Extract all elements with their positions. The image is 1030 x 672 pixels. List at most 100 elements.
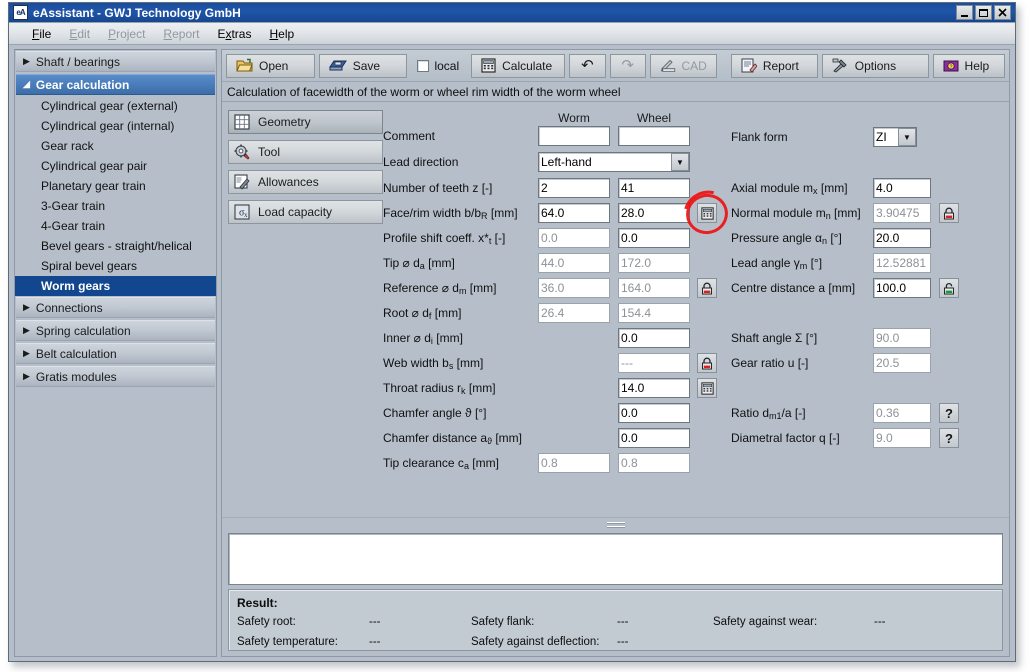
sidebar-item-spiral-bevel-gears[interactable]: Spiral bevel gears — [15, 256, 216, 276]
facewidth-calculator-button[interactable] — [697, 203, 717, 223]
tab-allowances[interactable]: Allowances — [228, 170, 383, 194]
input-comment-worm[interactable] — [538, 126, 610, 146]
input-chamfer-distance-wheel[interactable]: 0.0 — [618, 428, 690, 448]
local-label: local — [434, 59, 459, 73]
ratio-help-button[interactable]: ? — [939, 403, 959, 423]
panel-splitter[interactable] — [222, 517, 1009, 533]
chevron-right-icon: ▶ — [23, 326, 30, 335]
input-teeth-worm[interactable]: 2 — [538, 178, 610, 198]
input-axial-module[interactable]: 4.0 — [873, 178, 931, 198]
result-value-safety-flank: --- — [617, 616, 629, 628]
tab-label: Tool — [258, 145, 280, 159]
label-root-diameter: Root ⌀ df [mm] — [383, 307, 461, 323]
sidebar-group-gratis-modules[interactable]: ▶ Gratis modules — [16, 366, 215, 387]
input-profile-shift-wheel[interactable]: 0.0 — [618, 228, 690, 248]
sidebar-group-label: Gratis modules — [36, 370, 117, 384]
report-button[interactable]: Report — [731, 54, 818, 78]
undo-button[interactable]: ↶ — [569, 54, 605, 78]
input-throat-radius-wheel[interactable]: 14.0 — [618, 378, 690, 398]
throat-radius-calculator-button[interactable] — [697, 378, 717, 398]
input-teeth-wheel[interactable]: 41 — [618, 178, 690, 198]
sidebar-item-3-gear-train[interactable]: 3-Gear train — [15, 196, 216, 216]
close-button[interactable] — [994, 5, 1011, 20]
sidebar-item-label: Gear rack — [41, 139, 94, 153]
sidebar-group-belt-calculation[interactable]: ▶ Belt calculation — [16, 343, 215, 364]
input-tip-diameter-wheel[interactable]: 172.0 — [618, 253, 690, 273]
menu-file[interactable]: File — [23, 25, 60, 43]
normal-module-lock-button[interactable] — [939, 203, 959, 223]
local-checkbox[interactable] — [417, 60, 429, 72]
open-button[interactable]: Open — [226, 54, 315, 78]
label-web-width: Web width bs [mm] — [383, 357, 483, 373]
menu-project[interactable]: Project — [99, 25, 154, 43]
redo-button[interactable]: ↷ — [610, 54, 646, 78]
input-chamfer-angle-wheel[interactable]: 0.0 — [618, 403, 690, 423]
menu-help[interactable]: Help — [260, 25, 303, 43]
cad-button[interactable]: CAD — [650, 54, 717, 78]
chevron-down-icon[interactable]: ▼ — [671, 153, 689, 171]
input-shaft-angle[interactable]: 90.0 — [873, 328, 931, 348]
tab-geometry[interactable]: Geometry — [228, 110, 383, 134]
sidebar-item-cylindrical-gear-internal[interactable]: Cylindrical gear (internal) — [15, 116, 216, 136]
sidebar-group-gear-calculation[interactable]: ◢ Gear calculation — [16, 74, 215, 95]
sidebar-item-cylindrical-gear-pair[interactable]: Cylindrical gear pair — [15, 156, 216, 176]
input-facewidth-wheel[interactable]: 28.0 — [618, 203, 690, 223]
toolbar: Open Save local — [222, 50, 1009, 82]
input-centre-distance[interactable]: 100.0 — [873, 278, 931, 298]
menu-report[interactable]: Report — [154, 25, 208, 43]
input-reference-diameter-worm[interactable]: 36.0 — [538, 278, 610, 298]
input-tip-clearance-wheel[interactable]: 0.8 — [618, 453, 690, 473]
tools-icon — [832, 58, 849, 73]
sidebar-group-connections[interactable]: ▶ Connections — [16, 297, 215, 318]
sidebar-item-planetary-gear-train[interactable]: Planetary gear train — [15, 176, 216, 196]
save-disk-icon — [329, 58, 347, 73]
input-profile-shift-worm[interactable]: 0.0 — [538, 228, 610, 248]
chevron-down-icon[interactable]: ▼ — [898, 128, 916, 146]
sidebar-item-bevel-gears[interactable]: Bevel gears - straight/helical — [15, 236, 216, 256]
sidebar-item-gear-rack[interactable]: Gear rack — [15, 136, 216, 156]
input-comment-wheel[interactable] — [618, 126, 690, 146]
sidebar-group-spring-calculation[interactable]: ▶ Spring calculation — [16, 320, 215, 341]
tab-load-capacity[interactable]: σ x Load capacity — [228, 200, 383, 224]
web-width-lock-button[interactable] — [697, 353, 717, 373]
centre-distance-lock-button[interactable] — [939, 278, 959, 298]
input-reference-diameter-wheel[interactable]: 164.0 — [618, 278, 690, 298]
options-button[interactable]: Options — [822, 54, 929, 78]
help-button[interactable]: ? Help — [933, 54, 1005, 78]
report-label: Report — [763, 59, 799, 73]
input-root-diameter-worm[interactable]: 26.4 — [538, 303, 610, 323]
reference-diameter-lock-button[interactable] — [697, 278, 717, 298]
input-facewidth-worm[interactable]: 64.0 — [538, 203, 610, 223]
splitter-grip — [607, 522, 625, 530]
menu-extras[interactable]: Extras — [208, 25, 260, 43]
sigma-x-icon: σ x — [234, 204, 250, 220]
input-lead-angle[interactable]: 12.52881 — [873, 253, 931, 273]
local-checkbox-wrap[interactable]: local — [411, 59, 467, 73]
input-diametral-factor[interactable]: 9.0 — [873, 428, 931, 448]
label-profile-shift: Profile shift coeff. x*t [-] — [383, 232, 505, 248]
input-normal-module[interactable]: 3.90475 — [873, 203, 931, 223]
input-root-diameter-wheel[interactable]: 154.4 — [618, 303, 690, 323]
diametral-factor-help-button[interactable]: ? — [939, 428, 959, 448]
input-tip-clearance-worm[interactable]: 0.8 — [538, 453, 610, 473]
save-button[interactable]: Save — [319, 54, 408, 78]
input-inner-diameter-wheel[interactable]: 0.0 — [618, 328, 690, 348]
sidebar-item-4-gear-train[interactable]: 4-Gear train — [15, 216, 216, 236]
input-pressure-angle[interactable]: 20.0 — [873, 228, 931, 248]
input-gear-ratio[interactable]: 20.5 — [873, 353, 931, 373]
input-ratio-dm1-a[interactable]: 0.36 — [873, 403, 931, 423]
label-chamfer-angle: Chamfer angle ϑ [°] — [383, 407, 486, 420]
result-label-safety-temperature: Safety temperature: — [237, 636, 338, 648]
sidebar-item-worm-gears[interactable]: Worm gears — [15, 276, 216, 296]
input-web-width-wheel[interactable]: --- — [618, 353, 690, 373]
calculate-button[interactable]: Calculate — [471, 54, 565, 78]
sidebar-item-cylindrical-gear-external[interactable]: Cylindrical gear (external) — [15, 96, 216, 116]
select-lead-direction[interactable]: Left-hand — [538, 152, 690, 172]
window-title: eAssistant - GWJ Technology GmbH — [33, 6, 241, 20]
minimize-button[interactable] — [956, 5, 973, 20]
sidebar-group-shaft-bearings[interactable]: ▶ Shaft / bearings — [16, 51, 215, 72]
input-tip-diameter-worm[interactable]: 44.0 — [538, 253, 610, 273]
maximize-button[interactable] — [975, 5, 992, 20]
menu-edit[interactable]: Edit — [60, 25, 99, 43]
tab-tool[interactable]: Tool — [228, 140, 383, 164]
